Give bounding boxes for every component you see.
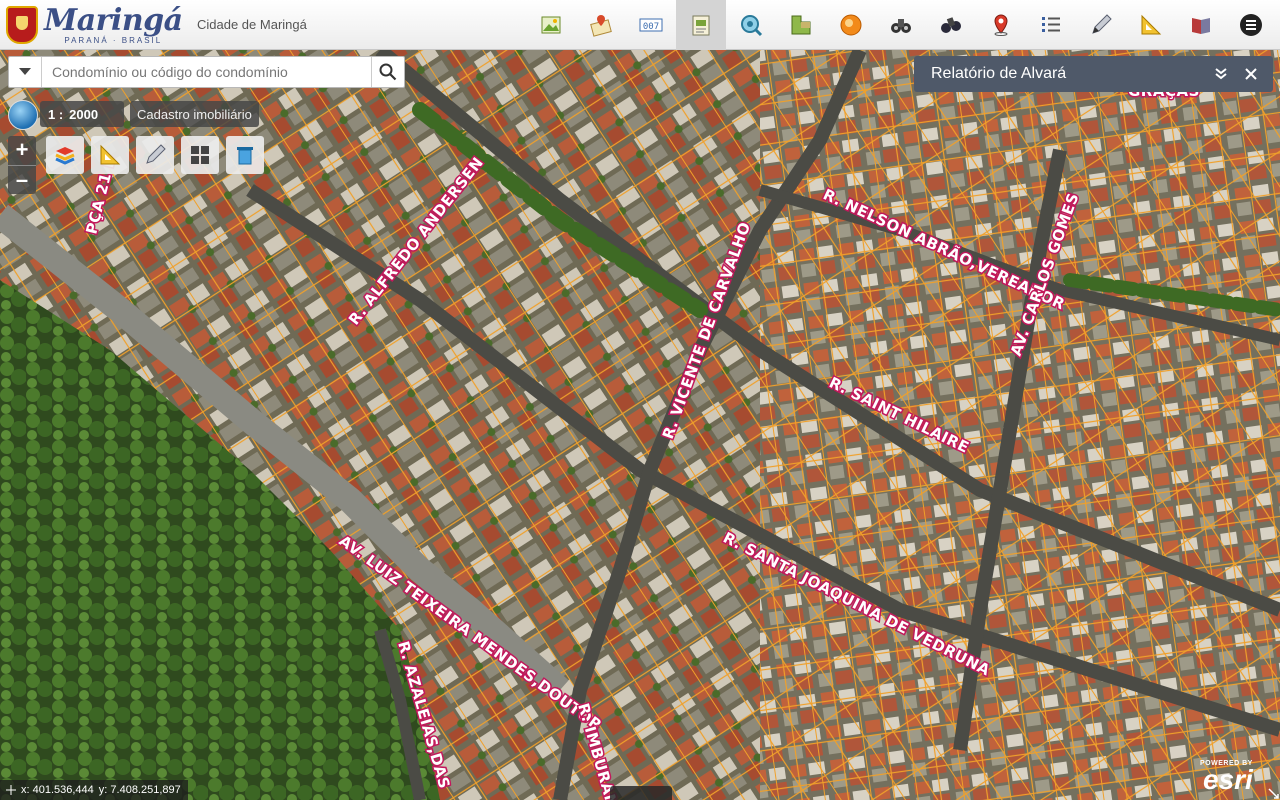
list-icon [1042, 17, 1060, 32]
double-chevron-down-icon [1215, 68, 1227, 80]
scale-value: 2000 [69, 106, 99, 122]
document-list-button[interactable] [676, 0, 726, 50]
esri-logo: esri [1203, 764, 1253, 795]
crosshair-icon [6, 785, 16, 795]
search-type-dropdown[interactable] [9, 57, 42, 87]
legend-button[interactable] [1026, 0, 1076, 50]
draw-tool-button[interactable] [136, 136, 174, 174]
chevron-down-icon [19, 68, 31, 75]
measure-button[interactable] [1126, 0, 1176, 50]
city-label: Cidade de Maringá [197, 17, 307, 32]
location-pin-icon [994, 14, 1008, 36]
close-icon [1245, 68, 1257, 80]
counter-icon: 007 [639, 18, 663, 32]
grid-icon [191, 146, 209, 164]
layers-button[interactable] [46, 136, 84, 174]
brand-name: Maringá [44, 2, 183, 38]
measure-tool-button[interactable] [91, 136, 129, 174]
main-menu-button[interactable] [1226, 0, 1276, 50]
city-logo[interactable]: Maringá PARANÁ · BRASIL [6, 4, 183, 46]
main-toolbar: 007 [526, 0, 1276, 50]
alvara-report-panel: Relatório de Alvará [914, 56, 1273, 92]
draw-button[interactable] [1076, 0, 1126, 50]
ruler-triangle-icon [1141, 14, 1162, 35]
oblique-view-button[interactable] [926, 0, 976, 50]
trash-icon [237, 147, 253, 165]
scale-prefix: 1 : [48, 106, 64, 122]
parcel-button[interactable] [776, 0, 826, 50]
brand-subtitle: PARANÁ · BRASIL [64, 35, 163, 45]
layers-icon [55, 147, 75, 165]
basemap-globe-button[interactable] [8, 100, 38, 130]
svg-text:007: 007 [643, 22, 659, 32]
map-tools [46, 136, 271, 174]
search-button[interactable] [371, 57, 404, 87]
scale-indicator[interactable]: 1 : 2000 [40, 101, 124, 127]
map-image-button[interactable] [526, 0, 576, 50]
zoom-out-button[interactable]: – [8, 164, 36, 195]
esri-attribution: POWERED BY esri [1200, 760, 1253, 795]
search-input[interactable] [42, 57, 371, 87]
binoculars-dark-icon [941, 17, 961, 33]
location-button[interactable] [976, 0, 1026, 50]
clear-tool-button[interactable] [226, 136, 264, 174]
map-image-icon [541, 16, 561, 34]
zoom-search-icon [741, 15, 763, 37]
print-book-button[interactable] [1176, 0, 1226, 50]
counter-button[interactable]: 007 [626, 0, 676, 50]
book-icon [1192, 18, 1210, 34]
active-layer-label[interactable]: Cadastro imobiliário [130, 101, 259, 127]
ruler-triangle-icon [100, 144, 121, 165]
top-bar: Maringá PARANÁ · BRASIL Cidade de Maring… [0, 0, 1280, 50]
zoom-in-button[interactable]: + [8, 136, 36, 165]
coordinate-x: x: 401.536,444 [21, 784, 94, 796]
collapse-panel-button[interactable] [1209, 62, 1233, 86]
search-icon [379, 63, 397, 81]
pencil-icon [1092, 14, 1112, 34]
street-view-button[interactable] [876, 0, 926, 50]
coordinate-y: y: 7.408.251,897 [98, 784, 181, 796]
bottom-tray-toggle[interactable] [610, 786, 672, 800]
locate-button[interactable] [826, 0, 876, 50]
coordinate-readout: x: 401.536,444 y: 7.408.251,897 [0, 780, 188, 800]
close-panel-button[interactable] [1239, 62, 1263, 86]
binoculars-icon [891, 19, 911, 33]
document-list-icon [692, 15, 710, 36]
coat-of-arms-icon [6, 6, 38, 44]
resize-corner-icon[interactable] [1266, 786, 1280, 800]
panel-title: Relatório de Alvará [931, 65, 1067, 82]
grid-tool-button[interactable] [181, 136, 219, 174]
menu-icon [1240, 14, 1262, 36]
parcel-icon [791, 15, 811, 35]
map-pin-button[interactable] [576, 0, 626, 50]
pen-icon [146, 144, 166, 164]
zoom-control: + – [8, 136, 36, 194]
orange-circle-icon [840, 14, 862, 36]
zoom-search-button[interactable] [726, 0, 776, 50]
map-pin-icon [590, 15, 612, 37]
condominium-search [8, 56, 405, 88]
